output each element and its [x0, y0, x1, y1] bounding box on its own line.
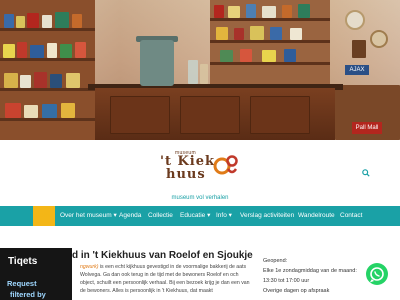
intro-highlight: ngwurk)	[80, 264, 99, 270]
whatsapp-icon	[369, 267, 384, 283]
shelf	[210, 18, 330, 21]
shelf-item	[262, 6, 276, 18]
nav-item-verslag-activiteiten[interactable]: Verslag activiteiten	[240, 206, 294, 226]
shelf-item	[4, 73, 18, 88]
shelf-item	[47, 43, 57, 58]
tiqets-cta-line-1: Request	[7, 279, 37, 288]
intro-body: is een echt kijkhuus gevestigd in de voo…	[80, 264, 250, 294]
tiqets-brand: Tiqets	[8, 256, 38, 267]
wall-plate	[345, 10, 365, 30]
shelf-item	[262, 50, 276, 62]
shelf-item	[60, 44, 72, 58]
page: Pall Mall AJAX museum 't Kiek huus museu…	[0, 0, 400, 300]
shelf-item	[16, 16, 25, 28]
counter-panel	[250, 96, 310, 134]
vintage-scale	[140, 40, 174, 86]
shelf	[0, 88, 95, 91]
search-icon[interactable]	[362, 169, 372, 179]
shelf-item	[214, 5, 224, 18]
nav-item-info[interactable]: Info ▾	[216, 206, 232, 226]
pall-mall-sign: Pall Mall	[352, 122, 382, 134]
shelf-item	[282, 5, 292, 18]
nav-item-wandelroute[interactable]: Wandelroute	[298, 206, 335, 226]
shelf-item	[228, 6, 240, 18]
nav-item-contact[interactable]: Contact	[340, 206, 362, 226]
whatsapp-button[interactable]	[366, 263, 388, 285]
counter-panel	[110, 96, 170, 134]
intro-text: ngwurk) is een echt kijkhuus gevestigd i…	[80, 263, 255, 295]
shelf-item	[42, 104, 57, 118]
shelf-item	[55, 12, 69, 28]
tiqets-widget[interactable]: Tiqets Request filtered by	[0, 248, 72, 300]
shelf-item	[240, 49, 252, 62]
shelf-item	[246, 4, 256, 18]
nav-item-over-het-museum[interactable]: Over het museum ▾	[60, 206, 117, 226]
page-heading: d in 't Kiekhuus van Roelof en Sjoukje	[72, 250, 253, 261]
shelf-item	[298, 4, 310, 18]
nav-item-collectie[interactable]: Collectie	[148, 206, 173, 226]
nav-item-educatie[interactable]: Educatie ▾	[180, 206, 210, 226]
wall-plate	[370, 30, 388, 48]
shelf-item	[4, 14, 14, 28]
shelf-item	[250, 26, 264, 40]
shelf-item	[24, 105, 38, 118]
shelf-item	[27, 13, 39, 28]
shelf-item	[34, 72, 47, 88]
counter-panel	[180, 96, 240, 134]
site-logo[interactable]: museum 't Kiek huus	[160, 150, 242, 184]
opening-extra: Overige dagen op afspraak	[263, 288, 330, 294]
shelf-item	[42, 15, 52, 28]
nav-item-agenda[interactable]: Agenda	[119, 206, 141, 226]
shelf-item	[75, 42, 86, 58]
counter-jar	[188, 60, 198, 84]
main-nav: Home Over het museum ▾ Agenda Collectie …	[0, 206, 400, 226]
logo-word-2: huus	[166, 167, 206, 182]
shelf-item	[234, 28, 244, 40]
shelf-item	[290, 28, 302, 40]
hero-image: Pall Mall AJAX	[0, 0, 400, 140]
ajax-sign: AJAX	[345, 65, 369, 75]
site-tagline: museum vol verhalen	[171, 195, 229, 201]
shelf-item	[3, 44, 15, 58]
tiqets-cta-line-2: filtered by	[10, 290, 46, 299]
shelf-item	[61, 103, 75, 118]
shelf-item	[20, 75, 31, 88]
wall-clock	[352, 40, 366, 58]
shelf-item	[50, 74, 62, 88]
shelf-item	[17, 42, 27, 58]
shelf-item	[216, 27, 228, 40]
shelf	[210, 62, 330, 65]
shelf	[0, 28, 95, 31]
shelf-item	[72, 14, 82, 28]
shelf-item	[30, 45, 44, 58]
shelf-item	[66, 73, 80, 88]
counter-jar	[200, 64, 208, 84]
shelf	[0, 118, 95, 121]
logo-face-icon	[213, 155, 238, 175]
shelf-item	[220, 50, 233, 62]
shelf-item	[284, 49, 296, 62]
shelf	[210, 40, 330, 43]
shelf-item	[5, 103, 21, 118]
shelf	[0, 58, 95, 61]
nav-item-home[interactable]: Home	[33, 206, 55, 226]
shelf-item	[270, 27, 282, 40]
